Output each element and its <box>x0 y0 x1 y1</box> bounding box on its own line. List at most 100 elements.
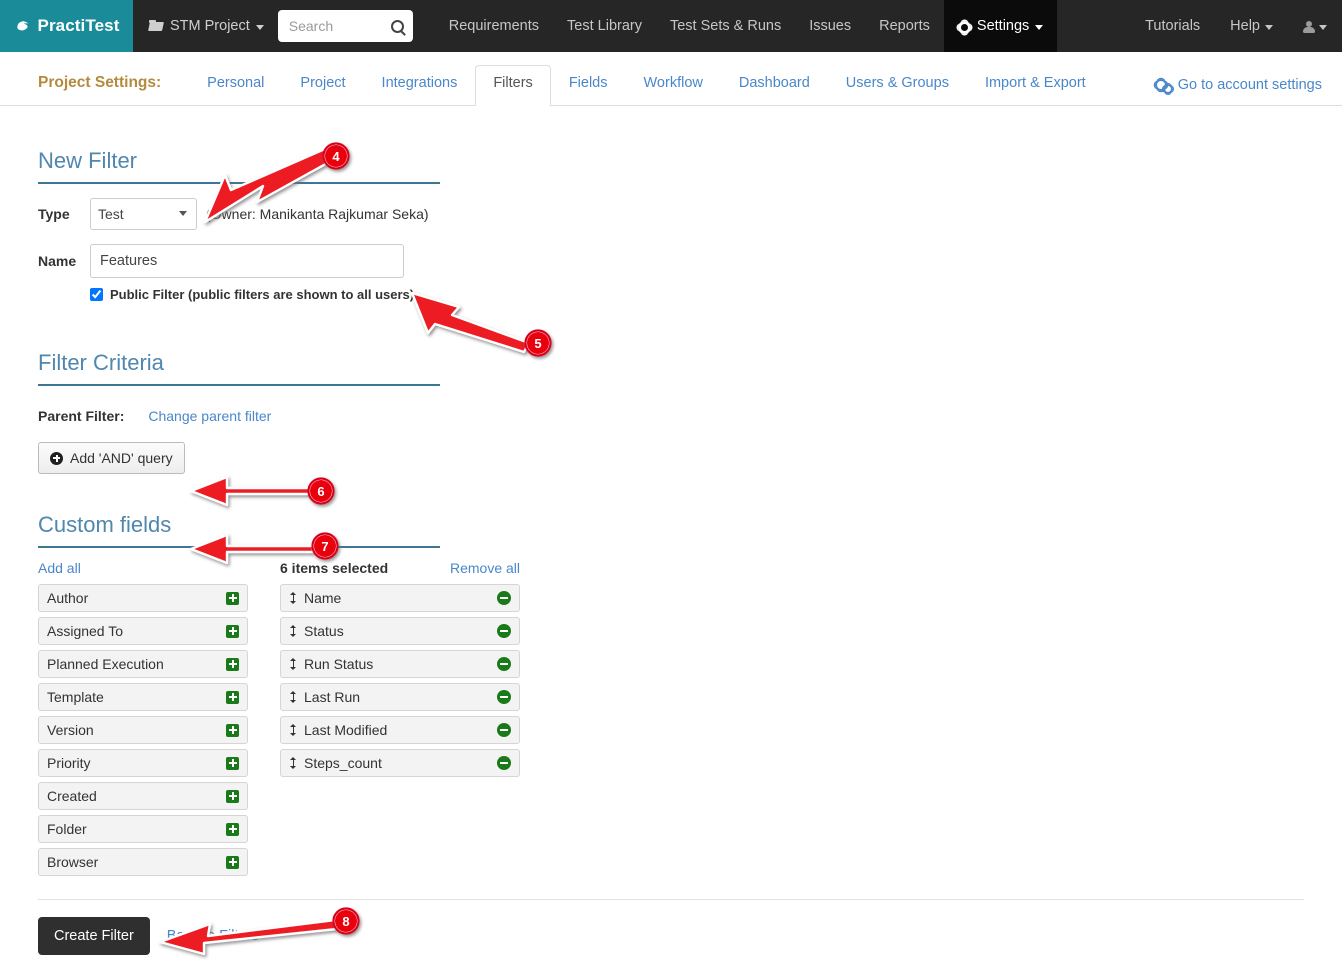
list-item[interactable]: Template <box>38 683 248 711</box>
add-field-icon[interactable] <box>226 625 239 638</box>
chevron-down-icon <box>1035 25 1043 30</box>
add-field-icon[interactable] <box>226 724 239 737</box>
practitest-logo-icon <box>14 18 34 38</box>
list-item[interactable]: Planned Execution <box>38 650 248 678</box>
filter-name-input[interactable] <box>90 244 404 278</box>
list-item[interactable]: Assigned To <box>38 617 248 645</box>
tab-workflow[interactable]: Workflow <box>626 65 721 105</box>
drag-handle-icon[interactable] <box>289 591 298 605</box>
add-field-icon[interactable] <box>226 691 239 704</box>
user-account-menu[interactable] <box>1288 0 1342 52</box>
remove-all-link[interactable]: Remove all <box>450 560 520 576</box>
tab-import-export[interactable]: Import & Export <box>967 65 1104 105</box>
public-filter-label: Public Filter (public filters are shown … <box>110 287 414 302</box>
tab-filters[interactable]: Filters <box>475 65 550 106</box>
public-filter-checkbox[interactable] <box>90 288 103 301</box>
available-fields-header: Add all <box>38 560 248 584</box>
search-box[interactable] <box>278 10 413 42</box>
table-row[interactable]: Run Status <box>280 650 520 678</box>
custom-fields-columns: Add all Author Assigned To Planned Execu… <box>38 560 1304 881</box>
go-to-account-settings-link[interactable]: Go to account settings <box>1155 77 1322 105</box>
tab-fields[interactable]: Fields <box>551 65 626 105</box>
parent-filter-label: Parent Filter: <box>38 408 124 424</box>
project-switcher[interactable]: STM Project <box>133 0 278 52</box>
add-field-icon[interactable] <box>226 592 239 605</box>
create-filter-button[interactable]: Create Filter <box>38 917 150 955</box>
remove-field-icon[interactable] <box>497 723 511 737</box>
remove-field-icon[interactable] <box>497 657 511 671</box>
drag-handle-icon[interactable] <box>289 723 298 737</box>
add-field-icon[interactable] <box>226 823 239 836</box>
drag-handle-icon[interactable] <box>289 690 298 704</box>
list-item[interactable]: Priority <box>38 749 248 777</box>
tab-personal[interactable]: Personal <box>189 65 282 105</box>
tab-integrations[interactable]: Integrations <box>364 65 476 105</box>
tab-project[interactable]: Project <box>282 65 363 105</box>
nav-item-test-library[interactable]: Test Library <box>553 0 656 52</box>
nav-item-tutorials[interactable]: Tutorials <box>1130 0 1215 52</box>
selected-fields-column: 6 items selected Remove all Name Status … <box>280 560 520 881</box>
practitest-logo[interactable]: PractiTest <box>0 0 133 52</box>
tab-users-groups[interactable]: Users & Groups <box>828 65 967 105</box>
back-to-filters-link[interactable]: Back to Filters <box>167 928 259 944</box>
table-row[interactable]: Last Modified <box>280 716 520 744</box>
list-item[interactable]: Author <box>38 584 248 612</box>
nav-item-test-sets-runs[interactable]: Test Sets & Runs <box>656 0 795 52</box>
selected-field-label: Run Status <box>304 656 497 672</box>
nav-item-help-label: Help <box>1230 18 1260 34</box>
list-item[interactable]: Folder <box>38 815 248 843</box>
folder-icon <box>149 20 164 32</box>
chevron-down-icon <box>1265 25 1273 30</box>
type-select[interactable]: Test <box>90 198 197 230</box>
table-row[interactable]: Name <box>280 584 520 612</box>
table-row[interactable]: Status <box>280 617 520 645</box>
change-parent-filter-link[interactable]: Change parent filter <box>148 408 271 424</box>
add-and-query-button[interactable]: Add 'AND' query <box>38 442 185 474</box>
add-field-icon[interactable] <box>226 790 239 803</box>
remove-field-icon[interactable] <box>497 756 511 770</box>
name-label: Name <box>38 253 90 269</box>
search-input[interactable] <box>287 17 391 35</box>
drag-handle-icon[interactable] <box>289 657 298 671</box>
list-item[interactable]: Version <box>38 716 248 744</box>
nav-item-issues[interactable]: Issues <box>795 0 865 52</box>
add-and-query-label: Add 'AND' query <box>70 450 173 466</box>
add-field-icon[interactable] <box>226 757 239 770</box>
gears-icon <box>1155 79 1172 92</box>
main-nav-links: Requirements Test Library Test Sets & Ru… <box>435 0 1058 52</box>
drag-handle-icon[interactable] <box>289 756 298 770</box>
user-icon <box>1303 21 1314 32</box>
add-field-icon[interactable] <box>226 856 239 869</box>
page-title: Project Settings: <box>38 74 161 105</box>
custom-fields-section: Custom fields Add all Author Assigned To… <box>38 512 1304 881</box>
drag-handle-icon[interactable] <box>289 624 298 638</box>
remove-field-icon[interactable] <box>497 624 511 638</box>
remove-field-icon[interactable] <box>497 591 511 605</box>
remove-field-icon[interactable] <box>497 690 511 704</box>
table-row[interactable]: Last Run <box>280 683 520 711</box>
search-icon[interactable] <box>391 20 404 33</box>
add-field-icon[interactable] <box>226 658 239 671</box>
filter-criteria-heading: Filter Criteria <box>38 350 440 386</box>
type-row: Type Test (Owner: Manikanta Rajkumar Sek… <box>38 198 1304 230</box>
available-fields-column: Add all Author Assigned To Planned Execu… <box>38 560 248 881</box>
nav-item-reports[interactable]: Reports <box>865 0 944 52</box>
table-row[interactable]: Steps_count <box>280 749 520 777</box>
filter-criteria-section: Filter Criteria Parent Filter: Change pa… <box>38 350 1304 474</box>
nav-item-requirements[interactable]: Requirements <box>435 0 553 52</box>
selected-fields-header: 6 items selected Remove all <box>280 560 520 584</box>
project-switcher-label: STM Project <box>170 18 250 34</box>
add-all-link[interactable]: Add all <box>38 560 81 576</box>
tab-dashboard[interactable]: Dashboard <box>721 65 828 105</box>
nav-item-settings[interactable]: Settings <box>944 0 1057 52</box>
owner-text: (Owner: Manikanta Rajkumar Seka) <box>206 206 429 222</box>
nav-item-help[interactable]: Help <box>1215 0 1288 52</box>
public-filter-row[interactable]: Public Filter (public filters are shown … <box>90 287 1304 302</box>
selected-field-label: Last Run <box>304 689 497 705</box>
name-row: Name <box>38 244 1304 278</box>
available-field-label: Planned Execution <box>47 656 226 672</box>
nav-right-links: Tutorials Help <box>1130 0 1342 52</box>
list-item[interactable]: Created <box>38 782 248 810</box>
list-item[interactable]: Browser <box>38 848 248 876</box>
custom-fields-heading: Custom fields <box>38 512 440 548</box>
